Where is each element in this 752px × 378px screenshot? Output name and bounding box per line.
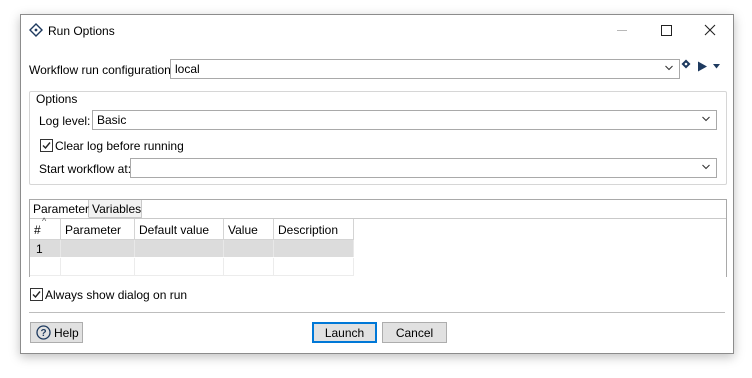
column-header-description-label: Description [278,223,339,237]
empty-row-cell [224,258,274,276]
column-header-value[interactable]: Value [224,219,274,240]
start-workflow-label: Start workflow at: [39,162,132,176]
launch-button-label: Launch [324,326,365,340]
column-header-number[interactable]: # ^ [30,216,61,240]
cancel-button-label: Cancel [395,326,434,340]
minimize-button[interactable] [601,15,645,46]
column-header-description[interactable]: Description [274,219,354,240]
clear-log-checkbox[interactable] [40,139,53,152]
always-show-checkbox[interactable] [30,288,43,301]
diamond-icon [29,23,43,37]
help-button-label: Help [54,326,79,340]
parameters-variables-panel: Parameters Variables # ^ Parameter Defau… [29,199,727,277]
empty-row-cell [135,258,224,276]
title-bar[interactable]: Run Options [21,15,733,46]
description-cell[interactable] [274,240,354,257]
maximize-icon [661,25,672,36]
workflow-config-value: local [175,62,200,76]
parameter-cell[interactable] [61,240,135,257]
row-number: 1 [36,242,43,256]
log-level-select[interactable]: Basic [92,110,717,130]
close-icon [704,24,716,36]
tab-parameters[interactable]: Parameters [30,200,95,218]
help-button[interactable]: ? Help [30,322,83,343]
parameters-table: # ^ Parameter Default value Value Descri… [30,216,726,277]
help-icon: ? [36,325,51,340]
edit-config-icon[interactable] [681,59,691,69]
run-icon[interactable] [697,61,708,72]
close-button[interactable] [689,15,733,46]
chevron-down-icon [665,65,673,71]
tab-parameters-label: Parameters [33,202,96,216]
always-show-label[interactable]: Always show dialog on run [45,288,187,302]
column-header-number-label: # [34,223,41,237]
empty-row-cell [274,258,354,276]
log-level-label: Log level: [39,114,91,128]
log-level-value: Basic [97,113,127,127]
svg-text:?: ? [40,328,46,339]
run-dropdown-icon[interactable] [713,64,720,69]
value-cell[interactable] [224,240,274,257]
column-header-parameter[interactable]: Parameter [61,219,135,240]
empty-row-cell [30,258,61,276]
launch-button[interactable]: Launch [312,322,377,343]
maximize-button[interactable] [645,15,689,46]
column-header-parameter-label: Parameter [65,223,122,237]
workflow-config-select[interactable]: local [170,59,680,79]
checkmark-icon [42,142,51,150]
empty-row-cell [61,258,135,276]
column-header-default-value[interactable]: Default value [135,219,224,240]
workflow-config-label: Workflow run configuration [29,63,171,77]
chevron-down-icon [702,116,710,122]
column-header-default-value-label: Default value [139,223,210,237]
window-title: Run Options [48,24,115,38]
options-group: Log level: Basic Clear log before runnin… [29,91,727,185]
cancel-button[interactable]: Cancel [382,322,447,343]
tab-variables-label: Variables [92,202,142,216]
checkmark-icon [32,291,41,299]
run-options-dialog: Run Options Workflow run configuration l… [20,14,734,354]
column-header-value-label: Value [228,223,258,237]
tab-variables[interactable]: Variables [89,200,142,218]
default-value-cell[interactable] [135,240,224,257]
minimize-icon [617,30,627,31]
table-row-number-cell[interactable]: 1 [30,240,61,257]
chevron-down-icon [702,164,710,170]
footer-divider [29,312,725,313]
clear-log-label[interactable]: Clear log before running [55,139,184,153]
start-workflow-select[interactable] [130,158,717,178]
sort-indicator-icon: ^ [42,216,47,226]
